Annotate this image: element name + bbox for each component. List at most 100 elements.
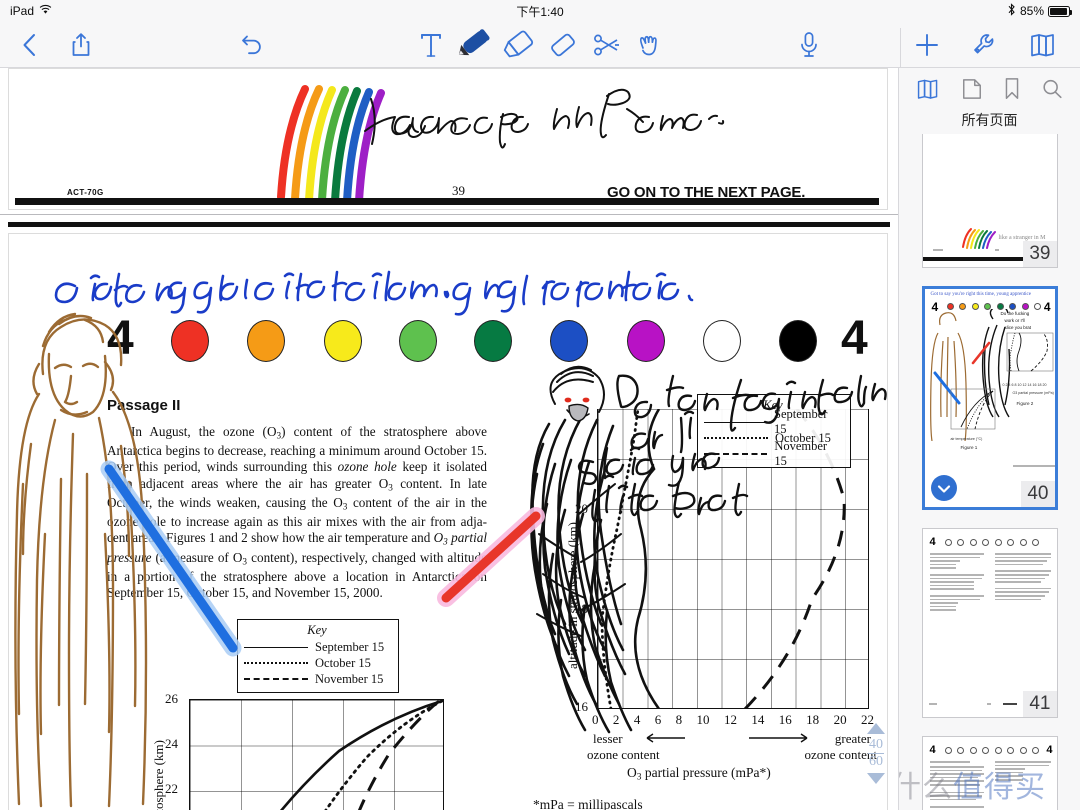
bubble-orange[interactable] — [247, 320, 285, 362]
figure-2-legend: Key September 15 October 15 November 15 — [697, 394, 851, 468]
fig2-ytick-16: 16 — [575, 699, 588, 714]
fig2-x-axis-label: O3 partial pressure (mPa*) — [627, 765, 771, 783]
thumbnail-item-41[interactable]: 4 41 — [921, 528, 1058, 718]
legend-line-dotted — [704, 437, 768, 439]
battery-icon — [1048, 5, 1072, 17]
page-scroll-indicator[interactable]: 40 60 — [862, 723, 890, 784]
thumbnail-selected-badge[interactable] — [930, 475, 957, 501]
fig2-ytick-20: 20 — [575, 501, 588, 516]
pages-icon[interactable] — [1022, 24, 1064, 66]
passage-body: In August, the ozone (O3) content of the… — [107, 424, 488, 601]
figure-1-curves — [280, 699, 444, 810]
series-october-15 — [324, 699, 444, 810]
fig2-x-ticks: 0 2 4 6 8 10 12 14 16 18 20 22 — [592, 712, 874, 727]
thumbnail-item-39[interactable]: like a stranger in M 39 — [921, 134, 1058, 268]
section-number-right: 4 — [841, 312, 868, 365]
legend-line-dashed — [704, 453, 768, 455]
thumbnail-number-40: 40 — [1021, 481, 1055, 507]
passage-title: Passage II — [107, 397, 181, 414]
toolbar-divider — [900, 28, 901, 68]
figure-2-footnote: *mPa = millipascals — [533, 797, 643, 810]
section-number-left: 4 — [107, 312, 134, 365]
thumbnail-item-40[interactable]: Got to say you're right this time, young… — [921, 286, 1058, 510]
series-september-15 — [633, 409, 661, 709]
page-bottom-bar — [15, 198, 879, 205]
thumbnail-page-41[interactable]: 4 41 — [921, 528, 1058, 718]
fig1-y-axis-label: altitude in stratosphere (km) — [151, 740, 167, 810]
legend-line-dotted — [244, 662, 308, 664]
current-page-number: 40 — [869, 737, 883, 752]
series-october-15 — [600, 409, 640, 709]
eraser-icon[interactable] — [542, 24, 584, 66]
thumbnail-page-39[interactable]: like a stranger in M 39 — [921, 134, 1058, 268]
bubble-blue[interactable] — [550, 320, 588, 362]
bluetooth-icon — [1007, 3, 1016, 19]
bubble-light-green[interactable] — [399, 320, 437, 362]
document-canvas[interactable]: ACT-70G 39 GO ON TO THE NEXT PAGE. 4 4 P… — [0, 68, 898, 810]
page-separator — [0, 211, 898, 233]
legend-title: Key — [307, 623, 327, 637]
legend-entry-september: September 15 — [704, 407, 842, 436]
pages-sidebar[interactable]: 所有页面 like a stranger in M 39 Got to say … — [898, 68, 1080, 810]
battery-percent: 85% — [1019, 4, 1044, 18]
scroll-down-arrow[interactable] — [867, 773, 885, 784]
status-right: 85% — [1007, 3, 1072, 19]
back-chevron-icon[interactable] — [8, 24, 50, 66]
highlighter-icon[interactable] — [498, 23, 540, 65]
thumbnail-list[interactable]: like a stranger in M 39 Got to say you'r… — [899, 134, 1080, 810]
thumbnail-page-42[interactable]: 4 4 — [921, 736, 1058, 810]
hand-icon[interactable] — [630, 24, 672, 66]
legend-line-dashed — [244, 678, 308, 680]
body-area: ACT-70G 39 GO ON TO THE NEXT PAGE. 4 4 P… — [0, 68, 1080, 810]
microphone-icon[interactable] — [788, 24, 830, 66]
pages-tab-icon[interactable] — [915, 77, 941, 106]
legend-entry-november: November 15 — [704, 439, 842, 468]
status-bar: iPad 下午1:40 85% — [0, 0, 1080, 22]
undo-icon[interactable] — [232, 24, 274, 66]
legend-entry-november: November 15 — [244, 671, 390, 687]
device-name: iPad — [10, 4, 35, 18]
bubble-red[interactable] — [171, 320, 209, 362]
thumbnail-number-39: 39 — [1023, 241, 1057, 267]
legend-line-solid — [244, 646, 308, 648]
legend-entry-september: September 15 — [244, 639, 390, 655]
figure-1: 26 24 22 20 altitude in stratosphere (km… — [129, 689, 459, 810]
fig2-lesser-sub: ozone content — [587, 747, 660, 762]
bubble-white[interactable] — [703, 320, 741, 362]
wifi-icon — [39, 4, 52, 18]
legend-entry-october: October 15 — [244, 655, 390, 671]
plus-icon[interactable] — [906, 24, 948, 66]
thumbnail-number-41: 41 — [1023, 691, 1057, 717]
answer-bubbles-row[interactable]: 4 4 — [9, 312, 887, 365]
act-code: ACT-70G — [67, 188, 104, 197]
share-icon[interactable] — [60, 24, 102, 66]
fig1-ytick-26: 26 — [165, 691, 178, 706]
bubble-black[interactable] — [779, 320, 817, 362]
bubble-yellow[interactable] — [324, 320, 362, 362]
fig2-lesser-label: lesser — [593, 731, 623, 746]
search-tab-icon[interactable] — [1041, 77, 1064, 106]
thumbnail-page-40[interactable]: Got to say you're right this time, young… — [921, 286, 1058, 510]
status-clock: 下午1:40 — [516, 4, 564, 19]
page-number-39: 39 — [452, 183, 465, 198]
toolbar — [0, 22, 1080, 68]
thumbnail-item-42[interactable]: 4 4 — [921, 736, 1058, 810]
pen-tool-icon[interactable] — [454, 22, 496, 64]
fig2-y-axis-label: altitude in stratosphere (km) — [565, 522, 580, 669]
wrench-icon[interactable] — [964, 24, 1006, 66]
scroll-up-arrow[interactable] — [867, 723, 885, 734]
sidebar-header: 所有页面 — [899, 68, 1080, 134]
bookmark-tab-icon[interactable] — [1003, 77, 1021, 106]
figure-1-legend: Key September 15 October 15 November 15 — [237, 619, 399, 693]
fig2-direction-arrows — [646, 733, 808, 743]
document-page-40[interactable]: 4 4 Passage II In August, the ozone (O3)… — [8, 233, 888, 810]
bubble-dark-green[interactable] — [474, 320, 512, 362]
document-page-39[interactable]: ACT-70G 39 GO ON TO THE NEXT PAGE. — [8, 68, 888, 210]
legend-line-solid — [704, 421, 767, 423]
notes-tab-icon[interactable] — [961, 77, 983, 106]
text-tool-icon[interactable] — [410, 24, 452, 66]
series-november-15 — [357, 699, 440, 810]
status-left: iPad — [10, 4, 52, 18]
scissors-icon[interactable] — [586, 24, 628, 66]
bubble-magenta[interactable] — [627, 320, 665, 362]
